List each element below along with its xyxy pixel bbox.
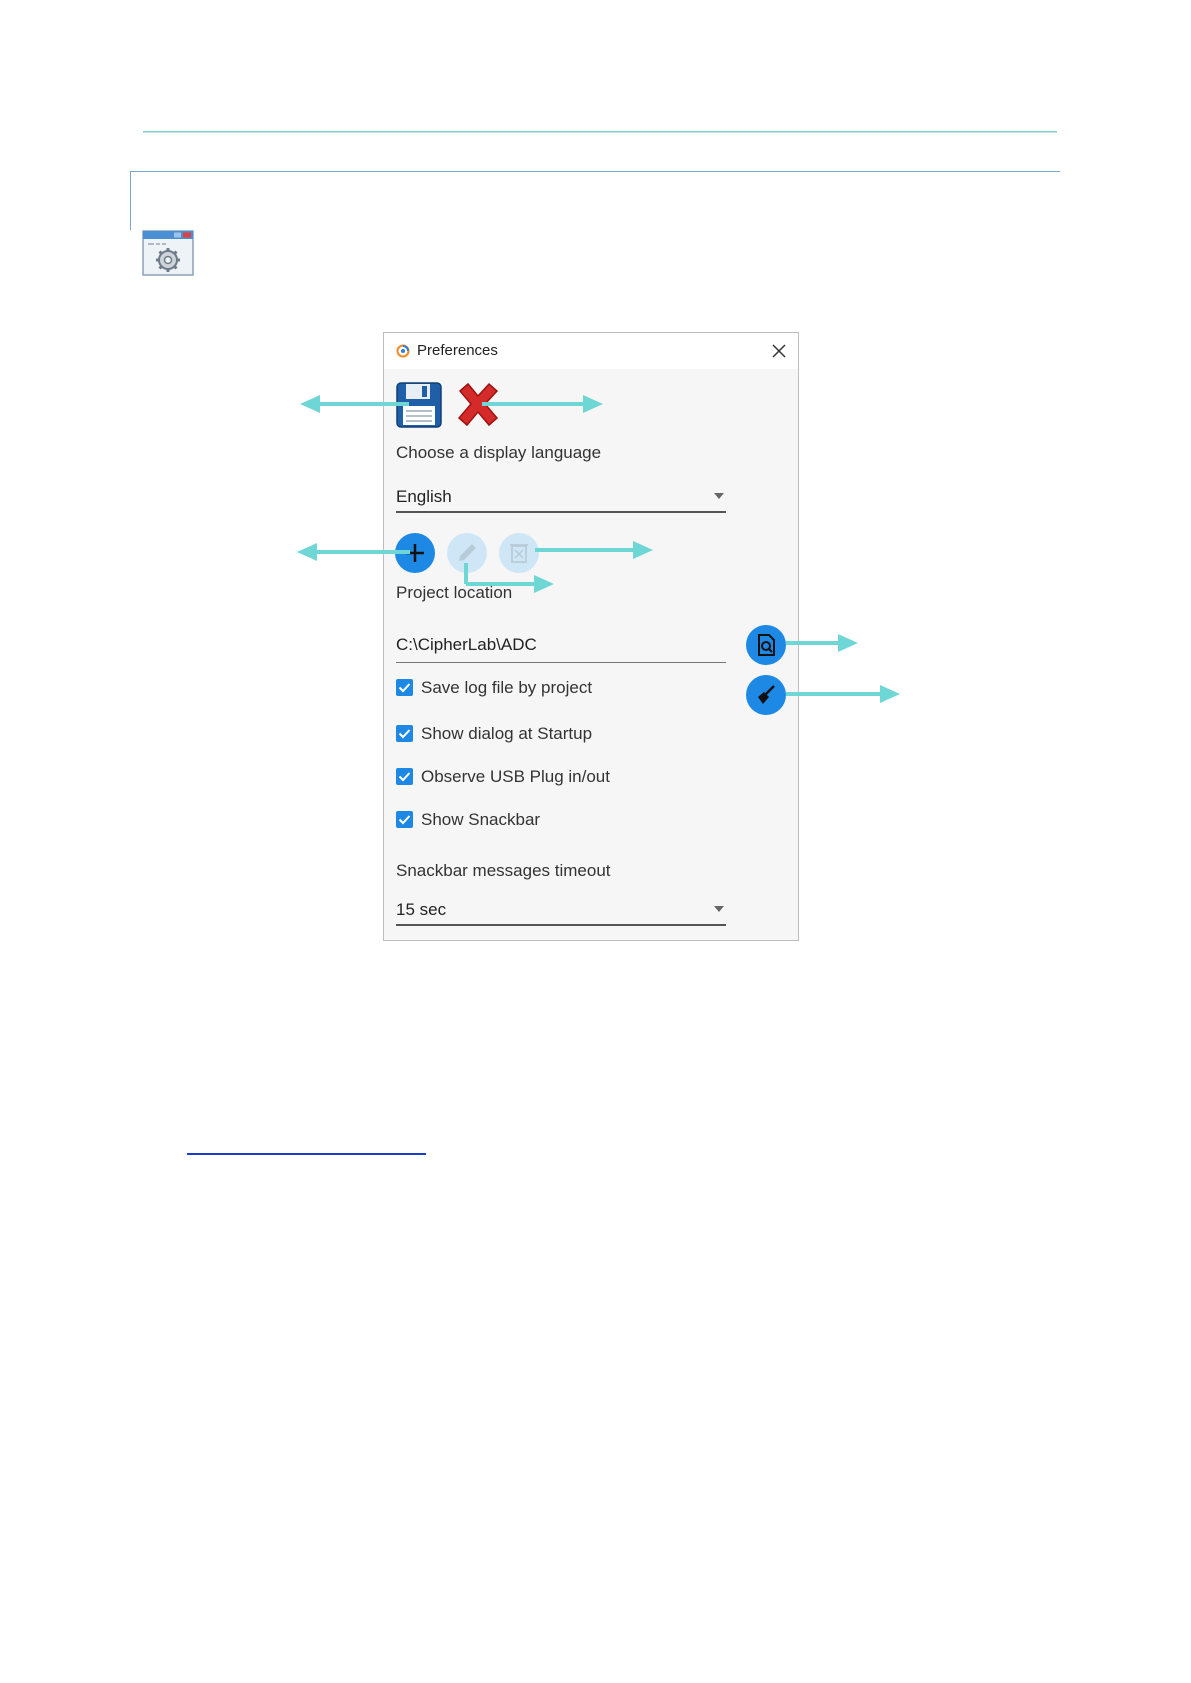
clean-button[interactable] — [746, 675, 786, 715]
arrow-browse-head — [838, 634, 858, 652]
arrow-add-head — [297, 543, 317, 561]
close-icon[interactable] — [770, 342, 788, 360]
checkbox-checked-icon — [396, 679, 413, 696]
trash-icon — [510, 544, 528, 563]
dialog-titlebar: Preferences — [384, 333, 798, 369]
timeout-label: Snackbar messages timeout — [396, 861, 611, 880]
chevron-down-icon — [714, 906, 724, 912]
add-button[interactable] — [395, 533, 435, 573]
checkbox-label: Observe USB Plug in/out — [421, 767, 610, 786]
project-location-label: Project location — [396, 583, 513, 602]
chevron-down-icon — [714, 493, 724, 499]
pencil-icon — [459, 544, 476, 561]
delete-button[interactable] — [499, 533, 539, 573]
dialog-title: Preferences — [417, 342, 498, 359]
timeout-value: 15 sec — [396, 900, 447, 919]
header-rule — [143, 131, 1057, 133]
floppy-disk-icon[interactable] — [395, 381, 443, 429]
red-x-icon[interactable] — [454, 381, 502, 429]
preferences-dialog: Preferences Choose a display language En… — [383, 332, 799, 941]
checkbox-checked-icon — [396, 725, 413, 742]
timeout-select[interactable]: 15 sec — [396, 896, 726, 926]
language-select[interactable]: English — [396, 483, 726, 513]
edit-button[interactable] — [447, 533, 487, 573]
app-logo-icon — [396, 344, 410, 358]
checkbox-label: Show Snackbar — [421, 810, 541, 829]
arrow-save-head — [300, 395, 320, 413]
plus-icon — [406, 544, 424, 562]
checkbox-checked-icon — [396, 768, 413, 785]
section-rule — [130, 171, 1060, 172]
folder-search-icon — [758, 634, 775, 656]
browse-button[interactable] — [746, 625, 786, 665]
project-location-field[interactable]: C:\CipherLab\ADC — [396, 627, 726, 663]
checkbox-label: Save log file by project — [421, 678, 593, 697]
language-label: Choose a display language — [396, 443, 602, 462]
arrow-clean-head — [880, 685, 900, 703]
checkbox-label: Show dialog at Startup — [421, 724, 593, 743]
broom-icon — [758, 685, 775, 704]
section-rule-vertical — [130, 171, 131, 230]
hyperlink-underline[interactable] — [187, 1153, 426, 1155]
checkbox-checked-icon — [396, 811, 413, 828]
settings-window-icon — [142, 230, 194, 276]
language-value: English — [396, 487, 452, 506]
